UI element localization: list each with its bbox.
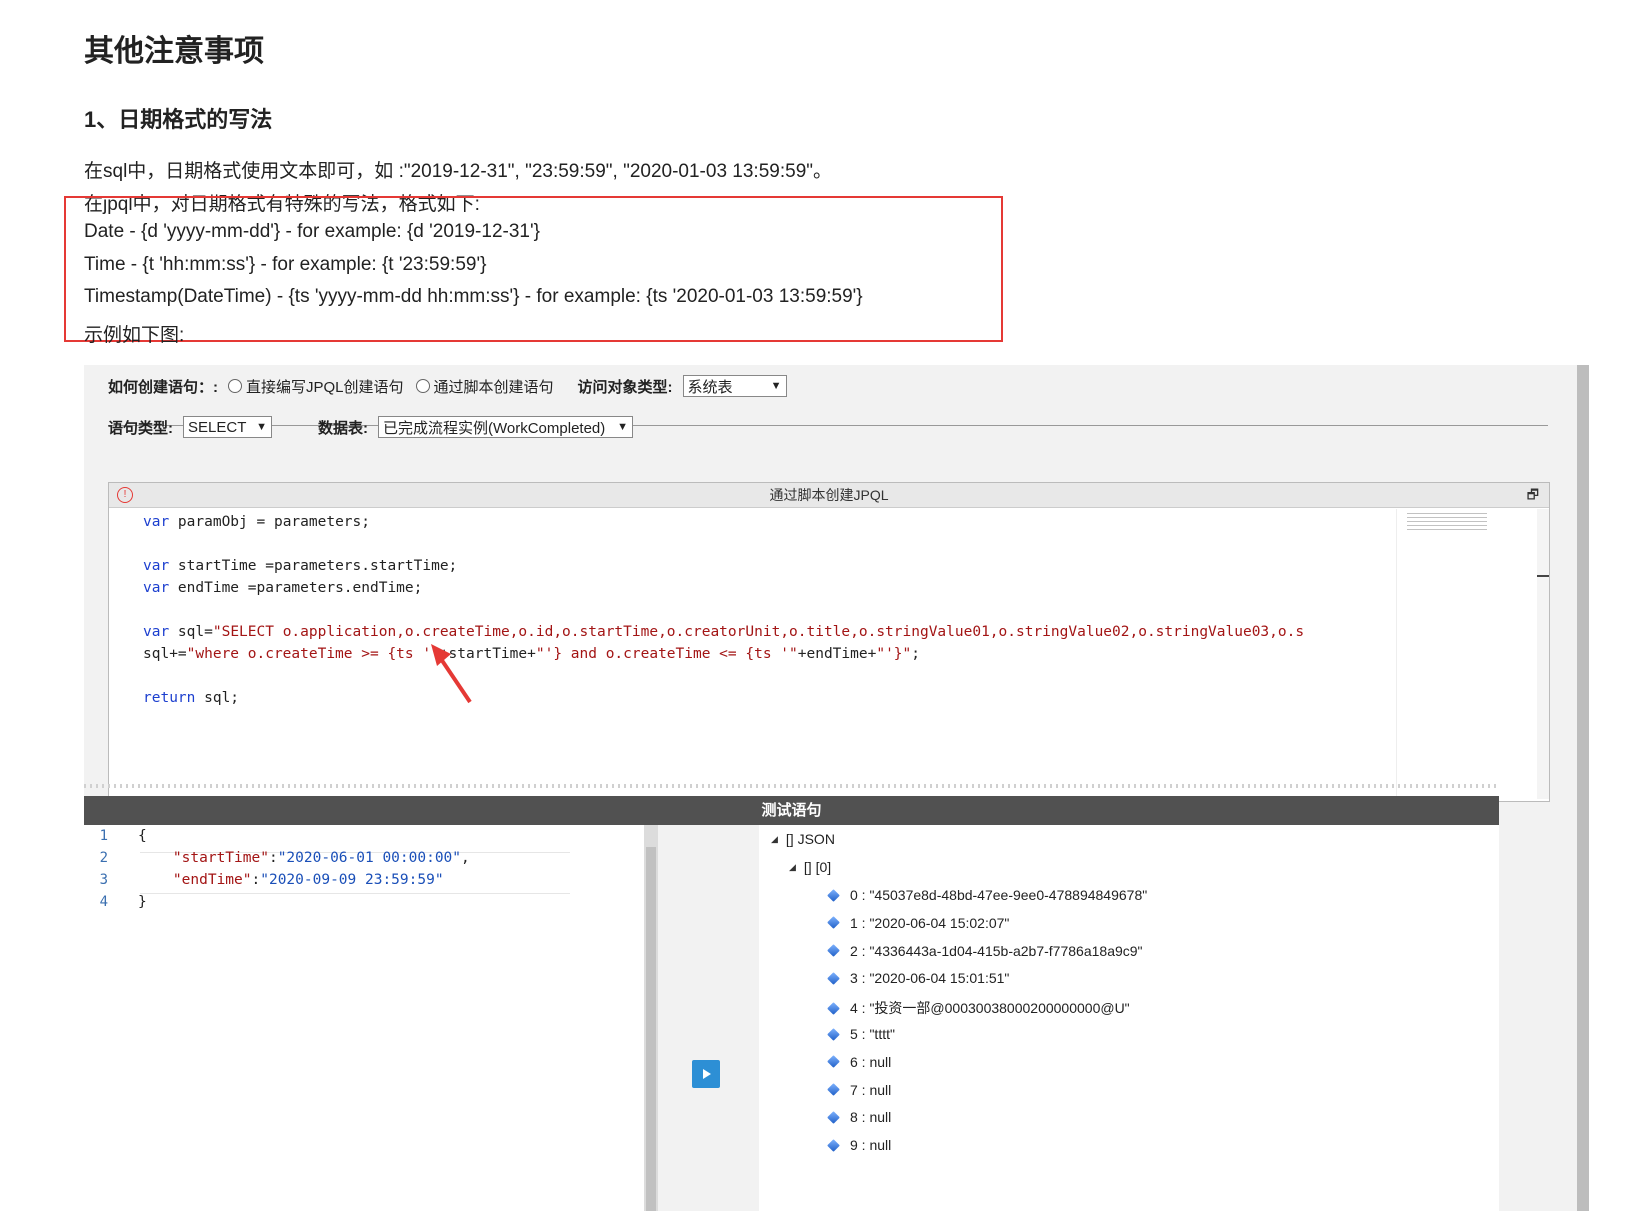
play-icon bbox=[703, 1069, 711, 1079]
value-node-icon bbox=[827, 1138, 840, 1152]
chevron-down-icon: ▼ bbox=[617, 421, 628, 433]
code-minimap[interactable] bbox=[1396, 509, 1537, 799]
value-node-icon bbox=[827, 944, 840, 957]
value-node-icon bbox=[827, 1027, 840, 1041]
table-value: 已完成流程实例(WorkCompleted) bbox=[383, 419, 606, 437]
stmt-type-select[interactable]: SELECT ▼ bbox=[183, 416, 272, 438]
radio-script[interactable]: 通过脚本创建语句 bbox=[415, 376, 554, 397]
tree-item[interactable]: 2 : "4336443a-1d04-415b-a2b7-f7786a18a9c… bbox=[827, 942, 1143, 959]
code-line: var sql="SELECT o.application,o.createTi… bbox=[143, 624, 1305, 640]
info-icon[interactable]: ! bbox=[117, 487, 133, 503]
tree-item-text: 9 : null bbox=[850, 1137, 892, 1154]
value-node-icon bbox=[827, 1083, 840, 1096]
expand-arrow-icon[interactable]: ◢ bbox=[771, 834, 778, 845]
tree-item-text: 5 : "tttt" bbox=[850, 1026, 895, 1042]
radio-circle-icon bbox=[415, 379, 430, 393]
access-type-label: 访问对象类型: bbox=[577, 378, 673, 396]
subsection-heading: 1、日期格式的写法 bbox=[84, 107, 273, 132]
access-type-value: 系统表 bbox=[687, 378, 733, 396]
expand-arrow-icon[interactable]: ◢ bbox=[789, 862, 796, 873]
statement-row: 语句类型: SELECT ▼ 数据表: 已完成流程实例(WorkCompleted… bbox=[108, 416, 633, 438]
code-line: sql+="where o.createTime >= {ts '"+start… bbox=[143, 646, 920, 662]
script-code[interactable]: var paramObj = parameters; var startTime … bbox=[143, 511, 1304, 709]
splitter[interactable] bbox=[84, 784, 1499, 788]
stmt-type-label: 语句类型: bbox=[108, 419, 173, 437]
json-editor-scrollbar[interactable] bbox=[644, 825, 658, 1211]
code-line: var startTime =parameters.startTime; bbox=[143, 558, 458, 574]
value-node-icon bbox=[827, 972, 840, 985]
radio-circle-icon bbox=[228, 379, 242, 393]
value-node-icon bbox=[827, 1055, 840, 1069]
create-method-row: 如何创建语句：: 直接编写JPQL创建语句 通过脚本创建语句 访问对象类型: 系… bbox=[108, 375, 787, 397]
screenshot-shadow bbox=[1577, 365, 1589, 1211]
value-node-icon bbox=[827, 916, 840, 930]
tree-item-text: 8 : null bbox=[850, 1109, 892, 1126]
tree-item-text: 4 : "投资一部@00030038000200000000@U" bbox=[850, 1000, 1130, 1017]
tree-item[interactable]: 5 : "tttt" bbox=[827, 1026, 895, 1042]
restore-window-icon[interactable]: 🗗 bbox=[1527, 483, 1539, 507]
access-type-select[interactable]: 系统表 ▼ bbox=[682, 375, 787, 397]
result-tree[interactable]: ◢[] JSON ◢[] [0] 0 : "45037e8d-48bd-47ee… bbox=[759, 825, 1499, 1211]
table-select[interactable]: 已完成流程实例(WorkCompleted) ▼ bbox=[378, 416, 633, 438]
value-node-icon bbox=[827, 888, 840, 902]
radio-direct[interactable]: 直接编写JPQL创建语句 bbox=[228, 376, 404, 397]
code-line: return sql; bbox=[143, 690, 240, 706]
code-line: var paramObj = parameters; bbox=[143, 514, 370, 530]
radio-direct-label: 直接编写JPQL创建语句 bbox=[246, 378, 404, 396]
example-screenshot: 如何创建语句：: 直接编写JPQL创建语句 通过脚本创建语句 访问对象类型: 系… bbox=[84, 365, 1589, 1211]
tree-item-text: 2 : "4336443a-1d04-415b-a2b7-f7786a18a9c… bbox=[850, 942, 1143, 959]
chevron-down-icon: ▼ bbox=[770, 380, 782, 392]
tree-item[interactable]: 1 : "2020-06-04 15:02:07" bbox=[827, 914, 1010, 931]
value-node-icon bbox=[827, 1111, 840, 1124]
run-button[interactable] bbox=[692, 1060, 720, 1088]
example-caption: 示例如下图: bbox=[84, 325, 185, 346]
tree-item[interactable]: 9 : null bbox=[827, 1137, 892, 1154]
tree-item[interactable]: 4 : "投资一部@00030038000200000000@U" bbox=[827, 998, 1130, 1018]
line-numbers: 1 2 3 4 bbox=[99, 828, 108, 910]
script-editor-titlebar: ! 通过脚本创建JPQL 🗗 bbox=[109, 483, 1549, 508]
tree-item[interactable]: 3 : "2020-06-04 15:01:51" bbox=[827, 970, 1010, 987]
tree-item-text: 3 : "2020-06-04 15:01:51" bbox=[850, 970, 1010, 987]
chevron-down-icon: ▼ bbox=[256, 421, 267, 433]
tree-item[interactable]: 0 : "45037e8d-48bd-47ee-9ee0-47889484967… bbox=[827, 887, 1148, 903]
highlight-box bbox=[64, 196, 1003, 342]
tree-item-text: 1 : "2020-06-04 15:02:07" bbox=[850, 914, 1010, 931]
tree-item-text: 7 : null bbox=[850, 1081, 892, 1098]
code-line: var endTime =parameters.endTime; bbox=[143, 580, 423, 596]
editor-scrollbar[interactable] bbox=[1537, 509, 1549, 799]
script-editor-title: 通过脚本创建JPQL bbox=[769, 487, 889, 503]
tree-item[interactable]: 6 : null bbox=[827, 1053, 892, 1070]
value-node-icon bbox=[827, 1001, 840, 1015]
tree-item-text: 0 : "45037e8d-48bd-47ee-9ee0-47889484967… bbox=[850, 887, 1148, 903]
middle-panel bbox=[644, 825, 759, 1211]
script-editor[interactable]: ! 通过脚本创建JPQL 🗗 var paramObj = parameters… bbox=[108, 482, 1550, 802]
tree-item-text: 6 : null bbox=[850, 1053, 892, 1070]
tree-child[interactable]: ◢[] [0] bbox=[789, 859, 831, 875]
annotation-arrow-icon bbox=[431, 644, 472, 704]
table-label: 数据表: bbox=[318, 419, 368, 437]
json-params-editor[interactable]: 1 2 3 4 { "startTime":"2020-06-01 00:00:… bbox=[84, 825, 644, 1211]
test-panel-title: 测试语句 bbox=[84, 796, 1499, 825]
tree-root[interactable]: ◢[] JSON bbox=[771, 831, 835, 847]
radio-script-label: 通过脚本创建语句 bbox=[433, 378, 554, 396]
tree-item[interactable]: 7 : null bbox=[827, 1081, 892, 1098]
stmt-type-value: SELECT bbox=[188, 418, 247, 436]
tree-item[interactable]: 8 : null bbox=[827, 1109, 892, 1126]
paragraph-sql: 在sql中，日期格式使用文本即可，如 :"2019-12-31", "23:59… bbox=[84, 161, 833, 182]
create-method-label: 如何创建语句：: bbox=[108, 378, 218, 396]
section-heading: 其他注意事项 bbox=[84, 35, 264, 68]
json-code[interactable]: { "startTime":"2020-06-01 00:00:00", "en… bbox=[138, 825, 470, 913]
